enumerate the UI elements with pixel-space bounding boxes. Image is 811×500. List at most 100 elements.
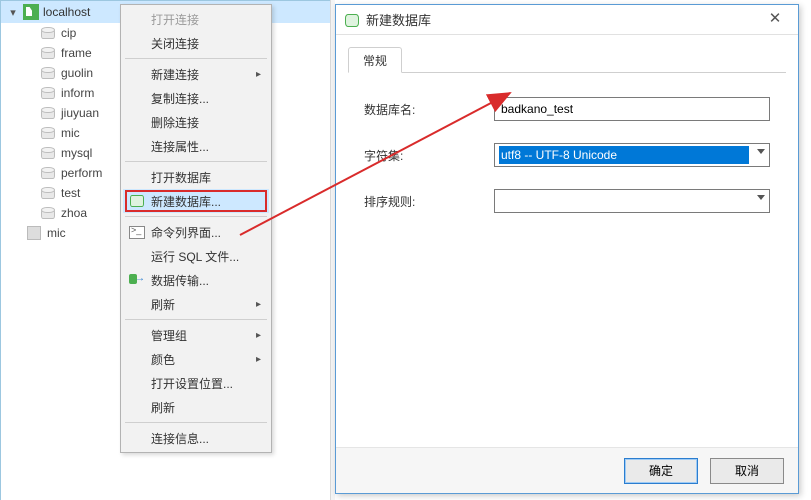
- dialog-body: 常规 数据库名: 字符集: utf8 -- UTF-8 Unicode 排序规则…: [336, 35, 798, 447]
- menu-label: 连接信息...: [151, 430, 209, 447]
- connection-context-menu: 打开连接 关闭连接 新建连接 ▸ 复制连接... 删除连接 连接属性... 打开数…: [120, 4, 272, 453]
- menu-label: 复制连接...: [151, 90, 209, 107]
- connection-icon: [23, 4, 39, 20]
- ok-button[interactable]: 确定: [624, 458, 698, 484]
- form-row-charset: 字符集: utf8 -- UTF-8 Unicode: [364, 143, 770, 167]
- chevron-down-icon: [757, 149, 765, 154]
- label-collation: 排序规则:: [364, 193, 494, 210]
- menu-separator: [125, 58, 267, 59]
- menu-separator: [125, 319, 267, 320]
- other-label: mic: [47, 226, 66, 240]
- cancel-button[interactable]: 取消: [710, 458, 784, 484]
- menu-label: 运行 SQL 文件...: [151, 248, 239, 265]
- dialog-title: 新建数据库: [366, 10, 758, 29]
- menu-label: 刷新: [151, 296, 175, 313]
- menu-data-transfer[interactable]: 数据传输...: [123, 268, 269, 292]
- menu-separator: [125, 422, 267, 423]
- database-icon: [344, 12, 360, 28]
- file-icon: [27, 226, 41, 240]
- database-icon: [41, 207, 55, 219]
- form-row-collation: 排序规则:: [364, 189, 770, 213]
- database-icon: [41, 67, 55, 79]
- menu-connection-info[interactable]: 连接信息...: [123, 426, 269, 450]
- button-label: 确定: [649, 464, 673, 478]
- terminal-icon: [129, 224, 145, 240]
- tab-general[interactable]: 常规: [348, 47, 402, 73]
- database-icon: [41, 187, 55, 199]
- menu-label: 命令列界面...: [151, 224, 221, 241]
- menu-color[interactable]: 颜色 ▸: [123, 347, 269, 371]
- charset-select[interactable]: utf8 -- UTF-8 Unicode: [494, 143, 770, 167]
- menu-label: 刷新: [151, 399, 175, 416]
- submenu-arrow-icon: ▸: [256, 69, 261, 80]
- new-database-dialog: 新建数据库 ✕ 常规 数据库名: 字符集: utf8 -- UTF-8 Unic…: [335, 4, 799, 494]
- menu-separator: [125, 216, 267, 217]
- database-icon: [129, 193, 145, 209]
- menu-run-sql-file[interactable]: 运行 SQL 文件...: [123, 244, 269, 268]
- dialog-titlebar[interactable]: 新建数据库 ✕: [336, 5, 798, 35]
- menu-label: 连接属性...: [151, 138, 209, 155]
- submenu-arrow-icon: ▸: [256, 354, 261, 365]
- menu-new-database[interactable]: 新建数据库...: [123, 189, 269, 213]
- tab-strip: 常规: [348, 47, 786, 73]
- database-icon: [41, 87, 55, 99]
- db-label: zhoa: [61, 206, 87, 220]
- menu-label: 删除连接: [151, 114, 199, 131]
- menu-label: 打开连接: [151, 11, 199, 28]
- label-charset: 字符集:: [364, 147, 494, 164]
- db-label: frame: [61, 46, 92, 60]
- submenu-arrow-icon: ▸: [256, 330, 261, 341]
- menu-open-database[interactable]: 打开数据库: [123, 165, 269, 189]
- menu-refresh-2[interactable]: 刷新: [123, 395, 269, 419]
- database-icon: [41, 47, 55, 59]
- tab-label: 常规: [363, 52, 387, 69]
- expand-toggle-icon[interactable]: ▾: [7, 6, 19, 19]
- database-icon: [41, 107, 55, 119]
- db-label: mic: [61, 126, 80, 140]
- form-row-dbname: 数据库名:: [364, 97, 770, 121]
- menu-delete-connection[interactable]: 删除连接: [123, 110, 269, 134]
- menu-open-settings-location[interactable]: 打开设置位置...: [123, 371, 269, 395]
- connection-label: localhost: [43, 5, 90, 19]
- transfer-icon: [129, 272, 145, 288]
- db-label: guolin: [61, 66, 93, 80]
- menu-label: 打开数据库: [151, 169, 211, 186]
- menu-label: 新建数据库...: [151, 193, 221, 210]
- db-label: inform: [61, 86, 94, 100]
- database-icon: [41, 127, 55, 139]
- form: 数据库名: 字符集: utf8 -- UTF-8 Unicode 排序规则:: [348, 73, 786, 213]
- menu-label: 数据传输...: [151, 272, 209, 289]
- menu-label: 关闭连接: [151, 35, 199, 52]
- menu-refresh[interactable]: 刷新 ▸: [123, 292, 269, 316]
- menu-connection-properties[interactable]: 连接属性...: [123, 134, 269, 158]
- menu-new-connection[interactable]: 新建连接 ▸: [123, 62, 269, 86]
- dialog-footer: 确定 取消: [336, 447, 798, 493]
- collation-value: [499, 192, 749, 210]
- db-label: mysql: [61, 146, 92, 160]
- menu-label: 打开设置位置...: [151, 375, 233, 392]
- db-label: perform: [61, 166, 102, 180]
- chevron-down-icon: [757, 195, 765, 200]
- dbname-input[interactable]: [494, 97, 770, 121]
- submenu-arrow-icon: ▸: [256, 299, 261, 310]
- menu-duplicate-connection[interactable]: 复制连接...: [123, 86, 269, 110]
- label-dbname: 数据库名:: [364, 101, 494, 118]
- menu-command-line[interactable]: 命令列界面...: [123, 220, 269, 244]
- database-icon: [41, 167, 55, 179]
- menu-close-connection[interactable]: 关闭连接: [123, 31, 269, 55]
- db-label: test: [61, 186, 80, 200]
- menu-open-connection: 打开连接: [123, 7, 269, 31]
- menu-label: 新建连接: [151, 66, 199, 83]
- menu-label: 颜色: [151, 351, 175, 368]
- database-icon: [41, 27, 55, 39]
- menu-separator: [125, 161, 267, 162]
- charset-value: utf8 -- UTF-8 Unicode: [499, 146, 749, 164]
- close-button[interactable]: ✕: [758, 9, 792, 31]
- database-icon: [41, 147, 55, 159]
- menu-manage-group[interactable]: 管理组 ▸: [123, 323, 269, 347]
- button-label: 取消: [735, 464, 759, 478]
- collation-select[interactable]: [494, 189, 770, 213]
- db-label: cip: [61, 26, 76, 40]
- db-label: jiuyuan: [61, 106, 99, 120]
- menu-label: 管理组: [151, 327, 187, 344]
